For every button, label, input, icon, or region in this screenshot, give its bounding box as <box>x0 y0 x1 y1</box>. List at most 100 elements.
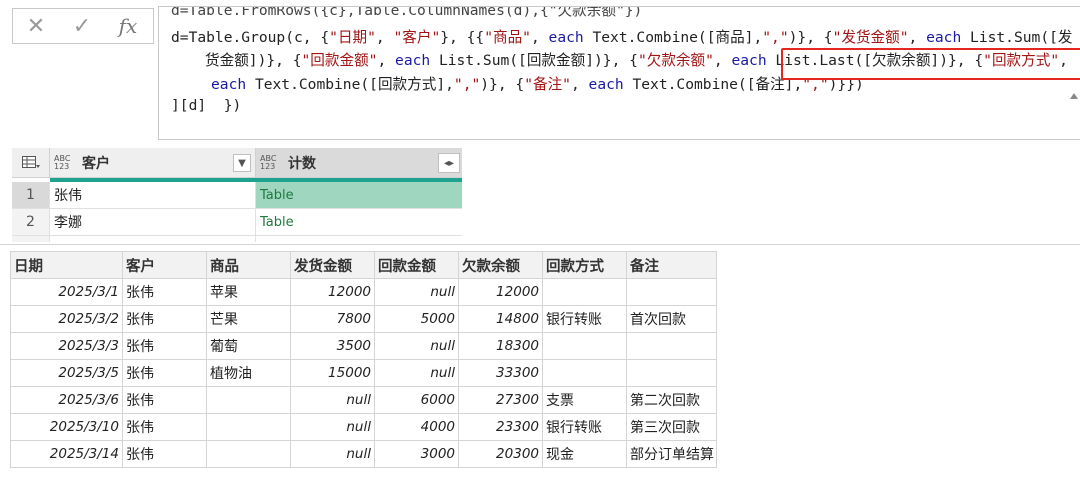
sheet-cell[interactable]: 现金 <box>542 440 627 468</box>
sheet-cell[interactable]: 首次回款 <box>626 305 717 333</box>
sheet-cell[interactable]: 3000 <box>374 440 459 468</box>
formula-editor[interactable]: d=Table.FromRows({c},Table.ColumnNames(d… <box>158 6 1080 140</box>
sheet-cell[interactable]: 张伟 <box>122 386 207 414</box>
sheet-cell[interactable]: 张伟 <box>122 359 207 387</box>
table-menu-icon[interactable] <box>12 148 50 177</box>
sheet-cell[interactable]: null <box>374 332 459 360</box>
sheet-cell[interactable]: 3500 <box>290 332 375 360</box>
sheet-cell[interactable] <box>206 440 291 468</box>
sheet-cell[interactable]: 6000 <box>374 386 459 414</box>
sheet-cell[interactable]: null <box>290 386 375 414</box>
formula-string: "客户" <box>393 29 441 46</box>
formula-segment: List.Sum([发 <box>961 29 1073 46</box>
sheet-cell[interactable] <box>626 359 717 387</box>
sheet-cell[interactable] <box>626 278 717 306</box>
sheet-cell[interactable]: 第二次回款 <box>626 386 717 414</box>
column-label: 客户 <box>82 155 110 172</box>
section-divider <box>0 244 1080 245</box>
sheet-header-cell[interactable]: 回款金额 <box>374 251 459 279</box>
sheet-cell[interactable]: 2025/3/2 <box>10 305 123 333</box>
confirm-icon[interactable]: ✓ <box>59 9 105 43</box>
formula-string: "发货金额" <box>832 29 909 46</box>
sheet-cell[interactable]: 2025/3/6 <box>10 386 123 414</box>
sheet-cell[interactable]: null <box>374 278 459 306</box>
sheet-cell[interactable]: 5000 <box>374 305 459 333</box>
sheet-header-cell[interactable]: 回款方式 <box>542 251 627 279</box>
formula-segment: , <box>377 52 396 69</box>
sheet-cell[interactable]: 芒果 <box>206 305 291 333</box>
cell-table-link[interactable]: Table <box>256 209 462 235</box>
sheet-cell[interactable]: 第三次回款 <box>626 413 717 441</box>
sheet-cell[interactable]: 银行转账 <box>542 413 627 441</box>
sheet-header-cell[interactable]: 备注 <box>626 251 717 279</box>
sheet-cell[interactable]: 苹果 <box>206 278 291 306</box>
sheet-cell[interactable]: 18300 <box>458 332 543 360</box>
sheet-cell[interactable]: 支票 <box>542 386 627 414</box>
sheet-cell[interactable]: 2025/3/1 <box>10 278 123 306</box>
sheet-cell[interactable]: 2025/3/5 <box>10 359 123 387</box>
column-header-count[interactable]: ABC 123 计数 ◂▸ <box>256 148 462 177</box>
sheet-cell[interactable]: 2025/3/10 <box>10 413 123 441</box>
cell-table-link[interactable]: Table <box>256 182 462 208</box>
sheet-cell[interactable]: 植物油 <box>206 359 291 387</box>
sheet-row: 2025/3/1 张伟 苹果 12000 null 12000 <box>10 278 717 306</box>
sheet-cell[interactable]: 12000 <box>290 278 375 306</box>
sheet-cell[interactable]: null <box>374 359 459 387</box>
sheet-cell[interactable]: 7800 <box>290 305 375 333</box>
sheet-cell[interactable]: 2025/3/14 <box>10 440 123 468</box>
sheet-cell[interactable]: 张伟 <box>122 278 207 306</box>
formula-line: d=Table.Group(c, {"日期", "客户"}, {{"商品", e… <box>171 26 1073 47</box>
sheet-cell[interactable]: 张伟 <box>122 440 207 468</box>
formula-line: ][d] }) <box>171 97 242 114</box>
sheet-header-cell[interactable]: 欠款余额 <box>458 251 543 279</box>
formula-keyword: each <box>588 76 624 93</box>
sheet-cell[interactable]: 葡萄 <box>206 332 291 360</box>
table-row[interactable]: 1 张伟 Table <box>12 182 462 209</box>
sheet-cell[interactable]: 23300 <box>458 413 543 441</box>
formula-segment: , <box>570 76 589 93</box>
sheet-cell[interactable]: null <box>290 413 375 441</box>
sheet-cell[interactable]: 张伟 <box>122 332 207 360</box>
sheet-cell[interactable] <box>542 332 627 360</box>
formula-string: "," <box>453 76 481 93</box>
formula-keyword: each <box>395 52 431 69</box>
sheet-cell[interactable]: 银行转账 <box>542 305 627 333</box>
sheet-header-cell[interactable]: 发货金额 <box>290 251 375 279</box>
sheet-header-cell[interactable]: 日期 <box>10 251 123 279</box>
sheet-cell[interactable]: null <box>290 440 375 468</box>
sheet-cell[interactable]: 27300 <box>458 386 543 414</box>
sheet-cell[interactable] <box>626 332 717 360</box>
sheet-cell[interactable] <box>542 278 627 306</box>
sheet-header-cell[interactable]: 客户 <box>122 251 207 279</box>
expand-columns-icon[interactable]: ◂▸ <box>438 153 460 173</box>
cell-customer[interactable]: 李娜 <box>50 209 256 235</box>
sheet-cell[interactable] <box>542 359 627 387</box>
sheet-cell[interactable] <box>206 413 291 441</box>
formula-line: each Text.Combine([回款方式],",")}, {"备注", e… <box>211 73 864 94</box>
filter-dropdown-icon[interactable]: ▼ <box>233 154 251 172</box>
sheet-cell[interactable]: 14800 <box>458 305 543 333</box>
sheet-cell[interactable]: 20300 <box>458 440 543 468</box>
sheet-cell[interactable]: 15000 <box>290 359 375 387</box>
sheet-cell[interactable]: 33300 <box>458 359 543 387</box>
fx-icon[interactable]: fx <box>105 9 151 43</box>
sheet-header-cell[interactable]: 商品 <box>206 251 291 279</box>
sheet-cell[interactable] <box>206 386 291 414</box>
sheet-cell[interactable]: 张伟 <box>122 305 207 333</box>
sheet-cell[interactable]: 2025/3/3 <box>10 332 123 360</box>
sheet-cell[interactable]: 张伟 <box>122 413 207 441</box>
formula-segment: Text.Combine([商品], <box>583 29 763 46</box>
scroll-up-icon[interactable] <box>1070 91 1078 99</box>
formula-string: "日期" <box>329 29 376 46</box>
column-header-customer[interactable]: ABC 123 客户 ▼ <box>50 148 256 177</box>
formula-string: "商品" <box>484 29 531 46</box>
formula-segment: )}, { <box>480 76 525 93</box>
formula-segment: Text.Combine([回款方式], <box>246 76 454 93</box>
sheet-cell[interactable]: 部分订单结算 <box>626 440 717 468</box>
sheet-cell[interactable]: 12000 <box>458 278 543 306</box>
cancel-icon[interactable]: ✕ <box>13 9 59 43</box>
cell-customer[interactable]: 张伟 <box>50 182 256 208</box>
sheet-cell[interactable]: 4000 <box>374 413 459 441</box>
table-row[interactable]: 2 李娜 Table <box>12 209 462 236</box>
sheet-row: 2025/3/14 张伟 null 3000 20300 现金 部分订单结算 <box>10 440 717 468</box>
